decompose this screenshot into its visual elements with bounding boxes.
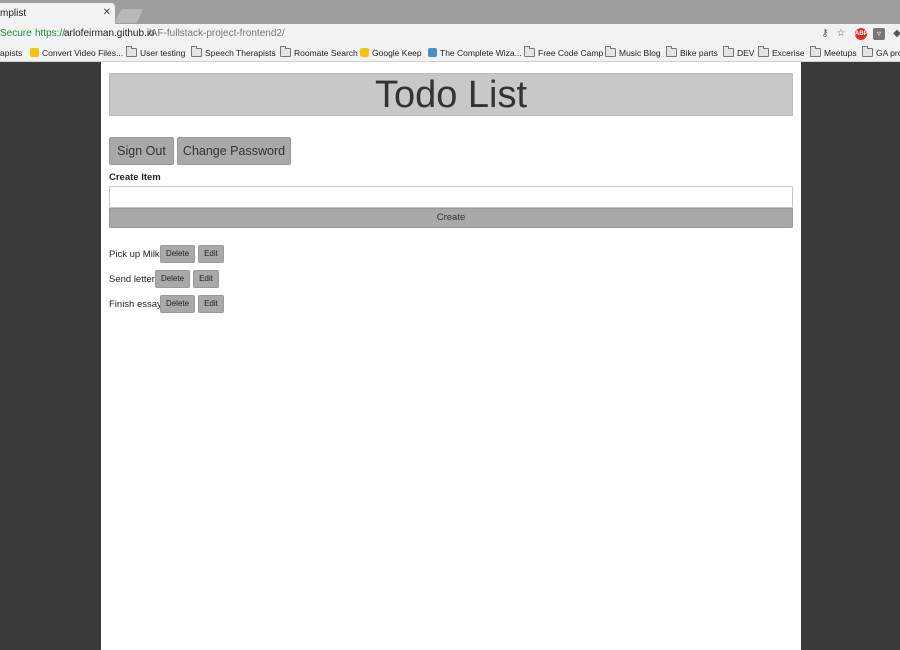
new-tab-button[interactable]	[114, 9, 144, 23]
bookmark-folder[interactable]: Bike parts	[666, 46, 718, 59]
bookmark-label: Convert Video Files...	[42, 48, 124, 58]
bookmark-folder[interactable]: Free Code Camp	[524, 46, 604, 59]
page-header: Todo List	[109, 73, 793, 116]
bookmark-favicon-icon	[30, 48, 39, 58]
create-item-input[interactable]	[109, 186, 793, 208]
bookmark-label: Google Keep	[372, 48, 422, 58]
change-password-button[interactable]: Change Password	[177, 137, 291, 165]
bookmark-label: Excerise	[772, 48, 805, 58]
browser-window: mplist ✕ Secure https:// arlofeirman.git…	[0, 0, 900, 650]
url-path: /AF-fullstack-project-frontend2/	[148, 28, 285, 39]
url-scheme: https://	[35, 28, 66, 39]
delete-button[interactable]: Delete	[160, 295, 195, 313]
address-bar[interactable]: Secure https:// arlofeirman.github.io /A…	[0, 24, 900, 44]
bookmark-folder[interactable]: Music Blog	[605, 46, 661, 59]
folder-icon	[524, 46, 535, 58]
key-icon[interactable]: ⚷	[819, 28, 831, 40]
bookmark-label: DEV	[737, 48, 755, 58]
tab-close-icon[interactable]: ✕	[103, 7, 111, 19]
list-item: Send letter Delete Edit	[109, 270, 239, 288]
folder-icon	[605, 46, 616, 58]
edit-button[interactable]: Edit	[193, 270, 219, 288]
adblock-extension-icon[interactable]: ABP	[855, 28, 868, 40]
bookmark-item[interactable]: Convert Video Files...	[30, 47, 123, 59]
bookmark-label: Speech Therapists	[205, 48, 276, 58]
bookmark-folder[interactable]: User testing	[126, 46, 186, 59]
folder-icon	[810, 46, 821, 58]
todo-text: Finish essay	[109, 299, 162, 310]
bookmark-item[interactable]: Google Keep	[360, 47, 422, 59]
folder-icon	[666, 46, 677, 58]
bookmark-favicon-icon	[428, 48, 437, 58]
edit-button[interactable]: Edit	[198, 245, 224, 263]
bookmark-folder[interactable]: GA pro	[862, 46, 900, 59]
bookmark-label: Free Code Camp	[538, 48, 604, 58]
sign-out-button[interactable]: Sign Out	[109, 137, 174, 165]
list-item: Pick up Milk Delete Edit	[109, 245, 239, 263]
delete-button[interactable]: Delete	[160, 245, 195, 263]
bookmark-item[interactable]: The Complete Wiza...	[428, 47, 522, 59]
bookmarks-bar: apists Convert Video Files... User testi…	[0, 44, 900, 62]
star-icon[interactable]: ☆	[835, 28, 847, 40]
folder-icon	[758, 46, 769, 58]
folder-icon	[126, 46, 137, 58]
bookmark-folder[interactable]: Meetups	[810, 46, 857, 59]
todo-text: Send letter	[109, 274, 155, 285]
bookmark-label: Bike parts	[680, 48, 718, 58]
todo-text: Pick up Milk	[109, 249, 160, 260]
tab-title: mplist	[0, 8, 27, 19]
folder-icon	[862, 46, 873, 58]
list-item: Finish essay Delete Edit	[109, 295, 239, 313]
folder-icon	[191, 46, 202, 58]
create-item-label: Create Item	[109, 172, 161, 183]
edit-button[interactable]: Edit	[198, 295, 224, 313]
bookmark-item[interactable]: apists	[0, 47, 22, 59]
folder-icon	[723, 46, 734, 58]
bookmark-folder[interactable]: Roomate Search	[280, 46, 358, 59]
shield-extension-icon[interactable]: ▿	[873, 28, 885, 40]
bookmark-folder[interactable]: Speech Therapists	[191, 46, 276, 59]
bookmark-label: apists	[0, 48, 23, 58]
bookmark-label: Roomate Search	[294, 48, 358, 58]
bookmark-label: Music Blog	[619, 48, 661, 58]
bookmark-favicon-icon	[360, 48, 369, 58]
url-host: arlofeirman.github.io	[64, 28, 155, 39]
delete-button[interactable]: Delete	[155, 270, 190, 288]
bookmark-label: Meetups	[824, 48, 857, 58]
tab-active[interactable]: mplist ✕	[0, 3, 115, 24]
extension-icon[interactable]: ◆	[891, 28, 900, 40]
page-content: Todo List Sign Out Change Password Creat…	[101, 62, 801, 650]
bookmark-label: The Complete Wiza...	[440, 48, 522, 58]
bookmark-label: User testing	[140, 48, 186, 58]
bookmark-label: GA pro	[876, 48, 900, 58]
folder-icon	[280, 46, 291, 58]
bookmark-folder[interactable]: DEV	[723, 46, 755, 59]
tab-strip: mplist ✕	[0, 0, 900, 24]
bookmark-folder[interactable]: Excerise	[758, 46, 805, 59]
secure-indicator[interactable]: Secure	[0, 28, 32, 39]
create-button[interactable]: Create	[109, 208, 793, 228]
page-title: Todo List	[374, 74, 528, 116]
